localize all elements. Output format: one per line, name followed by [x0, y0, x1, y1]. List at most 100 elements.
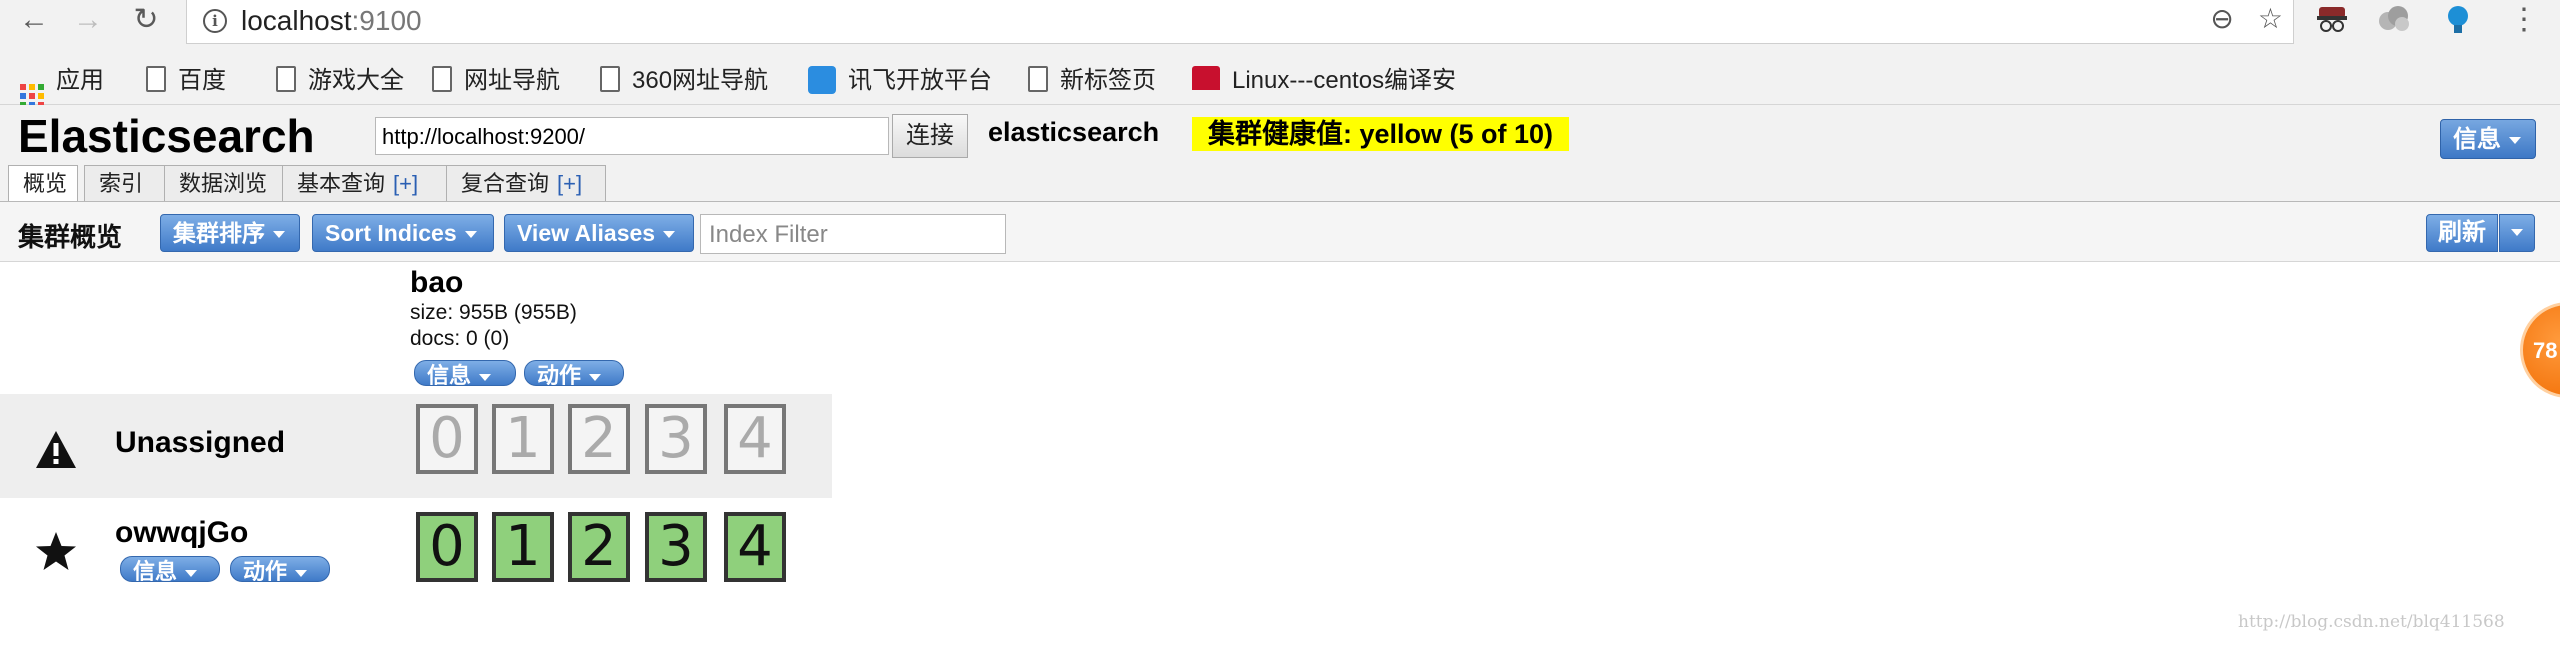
connect-button[interactable]: 连接 [892, 114, 968, 158]
back-icon[interactable]: ← [16, 2, 52, 38]
bookmark-url-nav[interactable]: 网址导航 [432, 60, 560, 94]
index-filter-input[interactable]: Index Filter [700, 214, 1006, 254]
button-label: 动作 [243, 559, 288, 582]
bookmark-label: 讯飞开放平台 [848, 67, 992, 94]
tab-indices[interactable]: 索引 [84, 165, 168, 201]
node-name: owwqjGo [115, 516, 249, 549]
tab-basic-query[interactable]: 基本查询 [+] [282, 165, 448, 201]
bookmark-label: 应用 [56, 67, 104, 94]
star-icon [36, 532, 76, 570]
url-host: localhost [241, 5, 352, 36]
chevron-down-icon [185, 569, 198, 577]
bookmark-label: 360网址导航 [632, 67, 769, 94]
index-docs: docs: 0 (0) [410, 327, 510, 350]
chevron-down-icon [464, 231, 477, 239]
overview-toolbar: 集群概览 集群排序 Sort Indices View Aliases Inde… [0, 201, 2560, 262]
overview-title: 集群概览 [18, 222, 123, 252]
bookmark-csdn[interactable]: Linux---centos编译安 [1192, 60, 1462, 90]
watermark-text: http://blog.csdn.net/blq411568 [2238, 612, 2505, 632]
chevron-down-icon [2511, 229, 2523, 237]
browser-menu-icon[interactable]: ⋮ [2506, 2, 2542, 38]
warning-icon [36, 431, 76, 468]
shard-unassigned[interactable]: 1 [492, 404, 554, 474]
bookmark-games[interactable]: 游戏大全 [276, 60, 404, 94]
bookmark-new-tab[interactable]: 新标签页 [1028, 60, 1156, 94]
tab-structured-query[interactable]: 复合查询 [+] [446, 165, 606, 201]
bookmark-label: 新标签页 [1060, 67, 1156, 94]
bookmark-star-icon[interactable]: ☆ [2258, 3, 2283, 34]
shard-primary[interactable]: 0 [416, 512, 478, 582]
bookmark-label: 游戏大全 [308, 67, 404, 94]
button-label: 信息 [427, 363, 472, 386]
bookmarks-bar: 应用 百度 游戏大全 网址导航 360网址导航 讯飞开放平台 新标签页 Linu… [0, 46, 2560, 108]
tab-label: 基本查询 [297, 171, 386, 196]
shard-primary[interactable]: 4 [724, 512, 786, 582]
info-menu-button[interactable]: 信息 [2440, 119, 2536, 159]
csdn-icon [1192, 66, 1220, 90]
unassigned-label: Unassigned [115, 426, 286, 459]
shard-unassigned[interactable]: 4 [724, 404, 786, 474]
view-aliases-button[interactable]: View Aliases [504, 214, 694, 252]
sort-cluster-button[interactable]: 集群排序 [160, 214, 300, 252]
cluster-uri-input[interactable]: http://localhost:9200/ [375, 117, 889, 155]
info-icon[interactable]: i [203, 9, 227, 33]
page-icon [276, 66, 296, 92]
node-info-button[interactable]: 信息 [120, 556, 220, 582]
bookmark-apps[interactable]: 应用 [20, 60, 104, 108]
info-menu-label: 信息 [2453, 126, 2501, 153]
bookmark-360-nav[interactable]: 360网址导航 [600, 60, 768, 94]
bulb-icon[interactable] [2440, 4, 2476, 40]
omnibox-actions: ⊖ ☆ [2186, 2, 2283, 35]
sort-indices-button[interactable]: Sort Indices [312, 214, 494, 252]
button-label: 信息 [133, 559, 178, 582]
button-label: Sort Indices [325, 220, 457, 246]
refresh-button[interactable]: 刷新 [2426, 214, 2498, 252]
incognito-mask-icon[interactable] [2314, 4, 2350, 40]
node-row: owwqjGo 信息 动作 0 1 2 3 4 [0, 500, 832, 604]
forward-icon[interactable]: → [70, 2, 106, 38]
cluster-health-badge: 集群健康值: yellow (5 of 10) [1192, 117, 1570, 151]
chevron-down-icon [663, 231, 676, 239]
shard-unassigned[interactable]: 3 [645, 404, 707, 474]
chevron-down-icon [589, 373, 602, 381]
tab-overview[interactable]: 概览 [8, 165, 78, 202]
bookmark-xunfei[interactable]: 讯飞开放平台 [808, 60, 992, 94]
reload-icon[interactable]: ↻ [128, 2, 164, 38]
shard-primary[interactable]: 1 [492, 512, 554, 582]
address-bar[interactable]: i localhost:9100 ⊖ ☆ [186, 0, 2294, 44]
cloud-icon[interactable] [2376, 4, 2412, 40]
chevron-down-icon [479, 373, 492, 381]
unassigned-row: Unassigned 0 1 2 3 4 [0, 394, 832, 498]
index-size: size: 955B (955B) [410, 301, 577, 324]
index-info-button[interactable]: 信息 [414, 360, 516, 386]
refresh-options-button[interactable] [2499, 214, 2535, 252]
button-label: 动作 [537, 363, 582, 386]
bookmark-label: Linux---centos编译安 [1232, 67, 1457, 90]
index-name: bao [410, 266, 464, 299]
index-action-button[interactable]: 动作 [524, 360, 624, 386]
cluster-name: elasticsearch [988, 117, 1160, 147]
zoom-icon[interactable]: ⊖ [2210, 3, 2233, 34]
browser-toolbar: ← → ↻ i localhost:9100 ⊖ ☆ ⋮ [0, 0, 2560, 46]
page-icon [1028, 66, 1048, 92]
tab-label: 索引 [99, 171, 144, 196]
tab-label: 概览 [23, 171, 68, 196]
floating-speed-badge[interactable]: 78 [2520, 302, 2560, 398]
url-port: :9100 [351, 5, 422, 36]
bookmark-label: 百度 [178, 67, 226, 94]
shard-unassigned[interactable]: 0 [416, 404, 478, 474]
shard-unassigned[interactable]: 2 [568, 404, 630, 474]
bookmark-baidu[interactable]: 百度 [146, 60, 226, 94]
tab-plus: [+] [393, 171, 419, 196]
page-icon [600, 66, 620, 92]
page-icon [146, 66, 166, 92]
shard-primary[interactable]: 2 [568, 512, 630, 582]
page-icon [432, 66, 452, 92]
app-title: Elasticsearch [18, 110, 315, 162]
node-action-button[interactable]: 动作 [230, 556, 330, 582]
shard-primary[interactable]: 3 [645, 512, 707, 582]
tab-label: 数据浏览 [179, 171, 268, 196]
button-label: View Aliases [517, 220, 656, 246]
tab-browser[interactable]: 数据浏览 [164, 165, 284, 201]
chevron-down-icon [295, 569, 308, 577]
